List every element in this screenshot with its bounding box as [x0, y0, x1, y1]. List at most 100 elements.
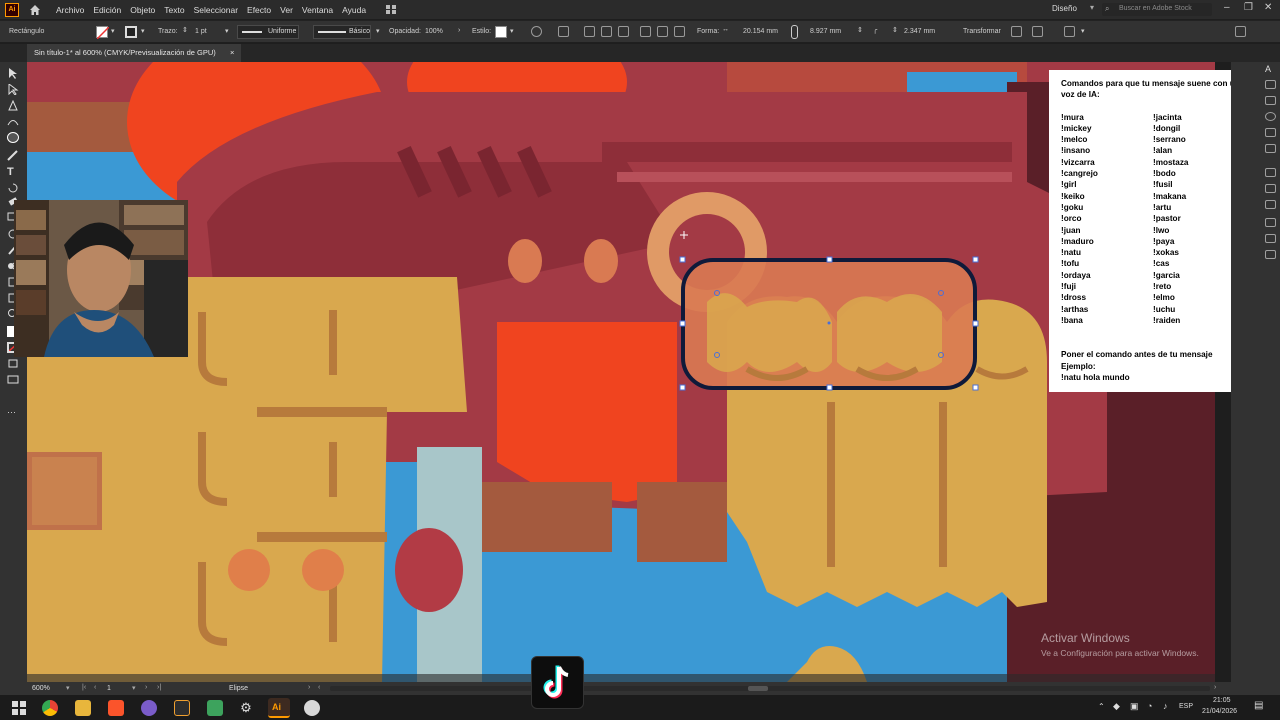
chevron-down-icon[interactable]: ▾ [66, 684, 70, 692]
app-icon[interactable] [174, 700, 190, 716]
stepper-icon[interactable]: ⇕ [857, 26, 863, 34]
menu-objeto[interactable]: Objeto [130, 5, 155, 15]
artboard-canvas[interactable] [27, 62, 1215, 682]
home-icon[interactable] [29, 4, 41, 16]
type-tool-icon[interactable]: T [7, 166, 19, 178]
menu-texto[interactable]: Texto [164, 5, 184, 15]
brush-definition[interactable]: Básico [313, 25, 371, 39]
stroke-swatch[interactable] [125, 26, 137, 38]
minimize-icon[interactable]: – [1224, 2, 1230, 13]
drawing-modes-icon[interactable] [7, 358, 19, 369]
ellipse-tool-icon[interactable] [7, 132, 19, 143]
color-icon[interactable] [1265, 112, 1276, 121]
gradient-icon[interactable] [1265, 184, 1276, 193]
settings-gear-icon[interactable]: ⚙ [238, 700, 254, 716]
zoom-level-field[interactable]: 600% [32, 685, 50, 692]
height-field[interactable]: 8.927 mm [810, 28, 841, 35]
last-artboard-icon[interactable]: ›| [157, 684, 161, 691]
corner-radius-field[interactable]: 2.347 mm [904, 28, 935, 35]
clock-time[interactable]: 21:05 [1213, 697, 1231, 704]
curvature-tool-icon[interactable] [7, 116, 19, 127]
stroke-panel-icon[interactable] [1265, 168, 1276, 177]
close-icon[interactable]: ✕ [1264, 2, 1272, 13]
app-icon[interactable] [141, 700, 157, 716]
menu-efecto[interactable]: Efecto [247, 5, 271, 15]
chrome-icon[interactable] [42, 700, 58, 716]
layers-icon[interactable] [1265, 234, 1276, 243]
clock-date[interactable]: 21/04/2026 [1202, 708, 1237, 715]
swatches-icon[interactable] [1265, 128, 1276, 137]
artboard-number-field[interactable]: 1 [107, 685, 111, 692]
transform-button[interactable]: Transformar [963, 28, 1001, 35]
document-tab[interactable]: Sin título-1* al 600% (CMYK/Previsualiza… [27, 44, 241, 62]
menu-ver[interactable]: Ver [280, 5, 293, 15]
menu-seleccionar[interactable]: Seleccionar [194, 5, 238, 15]
notifications-icon[interactable]: ▤ [1254, 700, 1263, 711]
selection-tool-icon[interactable] [7, 68, 19, 79]
restore-icon[interactable]: ❐ [1244, 2, 1253, 13]
volume-icon[interactable]: ♪ [1163, 701, 1168, 711]
next-artboard-icon[interactable]: › [145, 684, 147, 691]
menu-ventana[interactable]: Ventana [302, 5, 333, 15]
tray-icon[interactable]: ◆ [1113, 701, 1120, 712]
stepper-icon[interactable]: ⇕ [182, 26, 188, 34]
stock-search-box[interactable]: ⌕ Buscar en Adobe Stock [1102, 3, 1212, 16]
align-middle-icon[interactable] [657, 26, 668, 37]
libraries-icon[interactable] [1265, 96, 1276, 105]
chevron-down-icon[interactable]: ▾ [376, 27, 380, 35]
width-field[interactable]: 20.154 mm [743, 28, 778, 35]
pen-tool-icon[interactable] [7, 100, 19, 111]
scroll-left-icon[interactable]: ‹ [318, 684, 320, 691]
menu-archivo[interactable]: Archivo [56, 5, 84, 15]
character-panel-icon[interactable]: A [1265, 64, 1276, 74]
close-tab-icon[interactable]: × [230, 48, 234, 57]
stepper-icon[interactable]: ⇕ [892, 26, 898, 34]
align-to-icon[interactable] [558, 26, 569, 37]
graphic-style-swatch[interactable] [495, 26, 507, 38]
rotate-tool-icon[interactable] [7, 182, 19, 193]
chevron-down-icon[interactable]: ▾ [510, 27, 514, 35]
search-input[interactable]: Buscar en Adobe Stock [1119, 5, 1192, 12]
opacity-field[interactable]: 100% [425, 28, 443, 35]
variable-width-profile[interactable]: Uniforme [237, 25, 299, 39]
network-icon[interactable]: ◔ [1147, 701, 1152, 711]
chevron-down-icon[interactable]: ▾ [141, 27, 145, 35]
horizontal-scrollbar[interactable] [330, 686, 1210, 691]
isolate-icon[interactable] [1032, 26, 1043, 37]
recolor-icon[interactable] [531, 26, 542, 37]
properties-icon[interactable] [1265, 80, 1276, 89]
language-indicator[interactable]: ESP [1179, 703, 1193, 710]
menu-edicion[interactable]: Edición [93, 5, 121, 15]
appearance-icon[interactable] [1265, 218, 1276, 227]
brave-browser-icon[interactable] [108, 700, 124, 716]
app-icon[interactable] [304, 700, 320, 716]
more-tools-icon[interactable]: ··· [7, 407, 19, 418]
screen-mode-icon[interactable] [7, 374, 19, 385]
app-icon[interactable] [207, 700, 223, 716]
fill-swatch[interactable] [96, 26, 110, 40]
file-explorer-icon[interactable] [75, 700, 91, 716]
previous-artboard-icon[interactable]: ‹ [94, 684, 96, 691]
align-center-icon[interactable] [601, 26, 612, 37]
artboards-icon[interactable] [1265, 250, 1276, 259]
align-right-icon[interactable] [618, 26, 629, 37]
brushes-icon[interactable] [1265, 144, 1276, 153]
windows-start-icon[interactable] [12, 701, 26, 715]
align-top-icon[interactable] [640, 26, 651, 37]
align-bottom-icon[interactable] [674, 26, 685, 37]
chevron-up-icon[interactable]: ⌃ [1098, 702, 1105, 711]
panel-menu-icon[interactable] [1235, 26, 1246, 37]
chevron-down-icon[interactable]: ▾ [225, 27, 229, 35]
link-dimensions-icon[interactable] [791, 25, 798, 39]
menu-ayuda[interactable]: Ayuda [342, 5, 366, 15]
scrollbar-thumb[interactable] [748, 686, 768, 691]
chevron-right-icon[interactable]: › [458, 27, 460, 34]
chevron-down-icon[interactable]: ▾ [111, 27, 115, 35]
transparency-icon[interactable] [1265, 200, 1276, 209]
chevron-down-icon[interactable]: ▾ [132, 684, 136, 692]
workspace-switcher[interactable]: Diseño [1052, 4, 1077, 13]
chevron-down-icon[interactable]: ▾ [1081, 27, 1085, 35]
illustrator-taskbar-icon[interactable]: Ai [268, 698, 290, 718]
tray-icon[interactable]: ▣ [1130, 701, 1139, 712]
arrange-documents-icon[interactable] [386, 5, 397, 14]
